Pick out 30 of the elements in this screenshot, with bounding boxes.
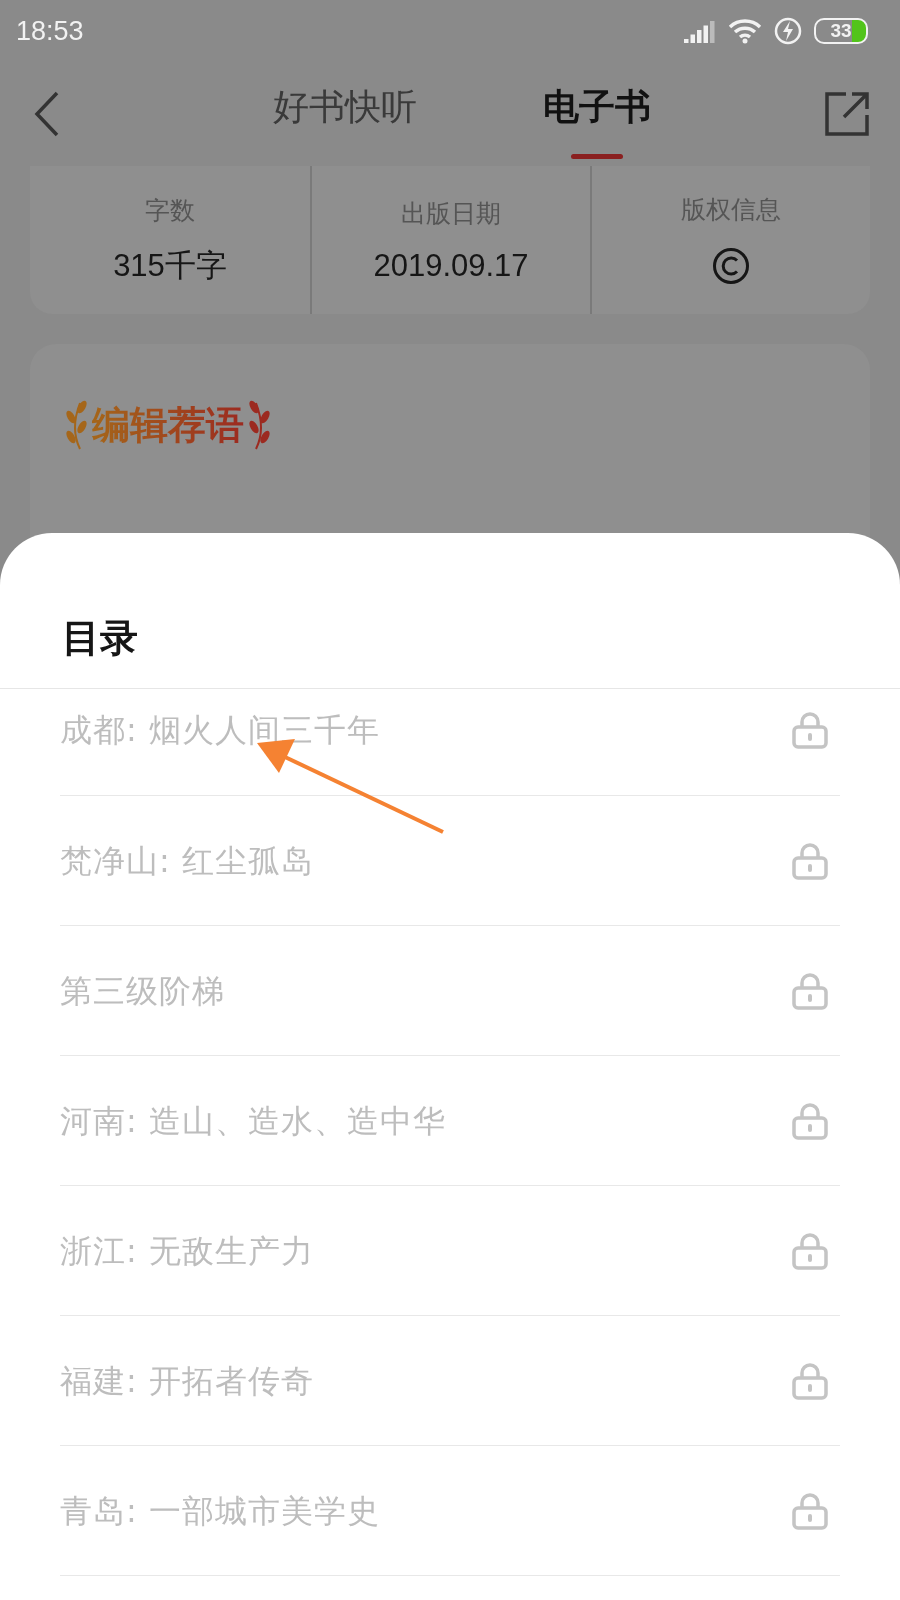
stat-label: 字数 bbox=[145, 194, 195, 227]
stat-label: 版权信息 bbox=[681, 193, 781, 226]
stat-value: 2019.09.17 bbox=[373, 247, 529, 284]
tab[interactable]: 好书快听 bbox=[273, 69, 417, 159]
stat-label: 出版日期 bbox=[401, 197, 501, 230]
sheet-title: 目录 bbox=[61, 615, 139, 662]
chapter-row[interactable]: 河南: 造山、造水、造中华 bbox=[60, 1056, 840, 1186]
charging-icon bbox=[774, 17, 802, 45]
chapter-title: 福建: 开拓者传奇 bbox=[60, 1360, 314, 1401]
chapter-row[interactable]: 梵净山: 红尘孤岛 bbox=[60, 796, 840, 926]
chapter-row[interactable]: 青岛: 一部城市美学史 bbox=[60, 1446, 840, 1576]
stat-value: 315千字 bbox=[113, 246, 227, 285]
chapter-title: 第三级阶梯 bbox=[60, 970, 225, 1011]
chapter-row[interactable]: 福建: 开拓者传奇 bbox=[60, 1316, 840, 1446]
chapter-title: 河南: 造山、造水、造中华 bbox=[60, 1100, 446, 1141]
chapter-row[interactable]: 第三级阶梯 bbox=[60, 926, 840, 1056]
signal-icon bbox=[684, 19, 716, 43]
laurel-icon bbox=[66, 399, 88, 451]
share-icon[interactable] bbox=[824, 91, 870, 137]
copyright-icon bbox=[712, 246, 750, 285]
battery-level: 33 bbox=[830, 20, 852, 42]
back-icon[interactable] bbox=[34, 91, 60, 137]
chapter-title: 浙江: 无敌生产力 bbox=[60, 1230, 314, 1271]
chapter-title: 青岛: 一部城市美学史 bbox=[60, 1490, 380, 1531]
status-time: 18:53 bbox=[16, 15, 84, 47]
laurel-icon bbox=[248, 399, 270, 451]
chapter-title: 梵净山: 红尘孤岛 bbox=[60, 840, 314, 881]
wifi-icon bbox=[728, 18, 762, 44]
chapter-row[interactable]: 浙江: 无敌生产力 bbox=[60, 1186, 840, 1316]
tab[interactable]: 电子书 bbox=[543, 69, 651, 159]
